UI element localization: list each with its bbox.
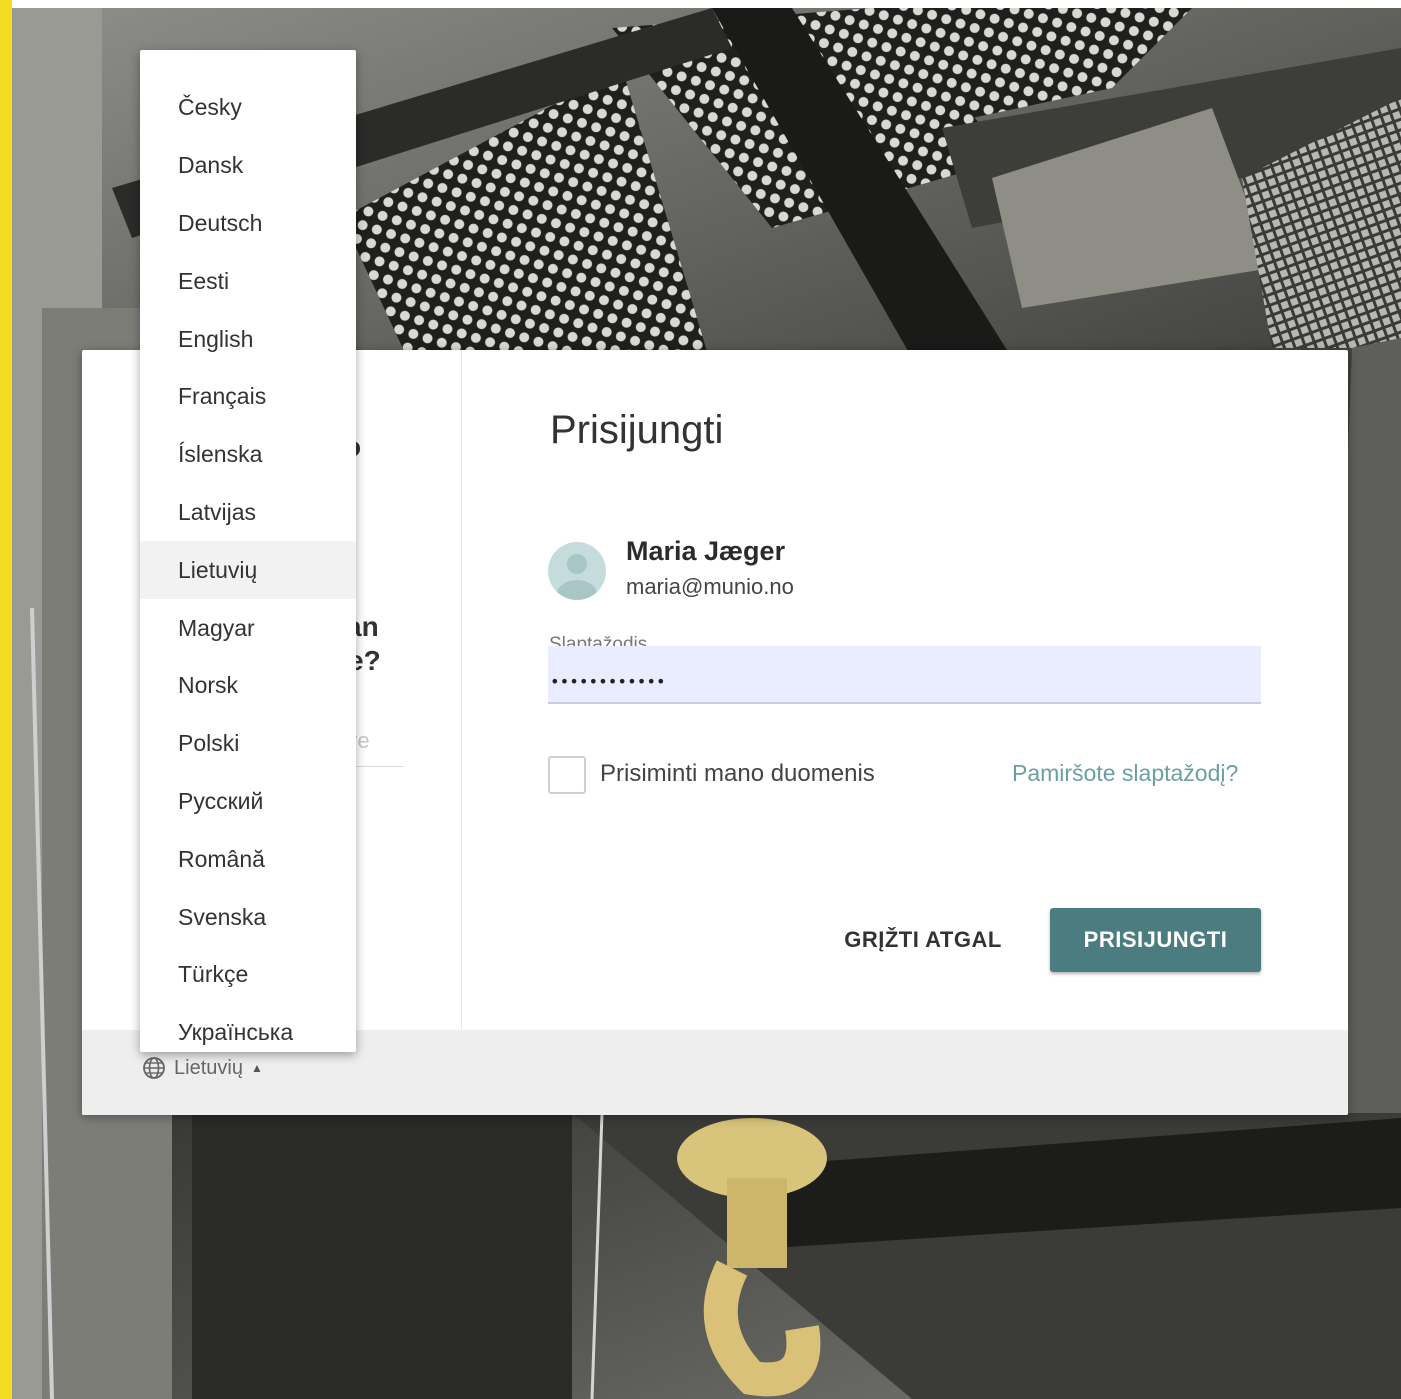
login-button[interactable]: PRISIJUNGTI bbox=[1050, 908, 1261, 972]
caret-up-icon: ▲ bbox=[250, 1061, 263, 1075]
back-button[interactable]: GRĮŽTI ATGAL bbox=[828, 908, 1018, 972]
language-dropdown-menu: Česky Dansk Deutsch Eesti English França… bbox=[140, 50, 356, 1052]
user-name: Maria Jæger bbox=[626, 536, 786, 566]
remember-me-checkbox[interactable] bbox=[548, 756, 586, 794]
language-option-latvijas[interactable]: Latvijas bbox=[140, 484, 356, 542]
language-option-magyar[interactable]: Magyar bbox=[140, 599, 356, 657]
page-title: Prisijungti bbox=[550, 408, 724, 452]
language-option-norsk[interactable]: Norsk bbox=[140, 657, 356, 715]
language-option-russkiy[interactable]: Русский bbox=[140, 773, 356, 831]
language-option-lietuviu[interactable]: Lietuvių bbox=[140, 541, 356, 600]
language-option-polski[interactable]: Polski bbox=[140, 715, 356, 773]
language-option-eesti[interactable]: Eesti bbox=[140, 252, 356, 310]
password-field[interactable] bbox=[548, 646, 1261, 704]
user-avatar-icon bbox=[557, 554, 597, 600]
remember-me-label[interactable]: Prisiminti mano duomenis bbox=[600, 760, 875, 788]
language-option-cesky[interactable]: Česky bbox=[140, 79, 356, 137]
language-option-ukrainska[interactable]: Українська bbox=[140, 1004, 356, 1062]
language-option-francais[interactable]: Français bbox=[140, 368, 356, 426]
language-option-islenska[interactable]: Íslenska bbox=[140, 426, 356, 484]
language-option-deutsch[interactable]: Deutsch bbox=[140, 195, 356, 253]
user-email: maria@munio.no bbox=[626, 574, 794, 599]
language-option-turkce[interactable]: Türkçe bbox=[140, 946, 356, 1004]
language-option-svenska[interactable]: Svenska bbox=[140, 888, 356, 946]
user-avatar bbox=[548, 542, 606, 600]
yellow-frame-strip bbox=[0, 0, 12, 1399]
language-option-romana[interactable]: Română bbox=[140, 830, 356, 888]
forgot-password-link[interactable]: Pamiršote slaptažodį? bbox=[1012, 760, 1238, 787]
language-option-dansk[interactable]: Dansk bbox=[140, 137, 356, 195]
language-option-english[interactable]: English bbox=[140, 310, 356, 368]
